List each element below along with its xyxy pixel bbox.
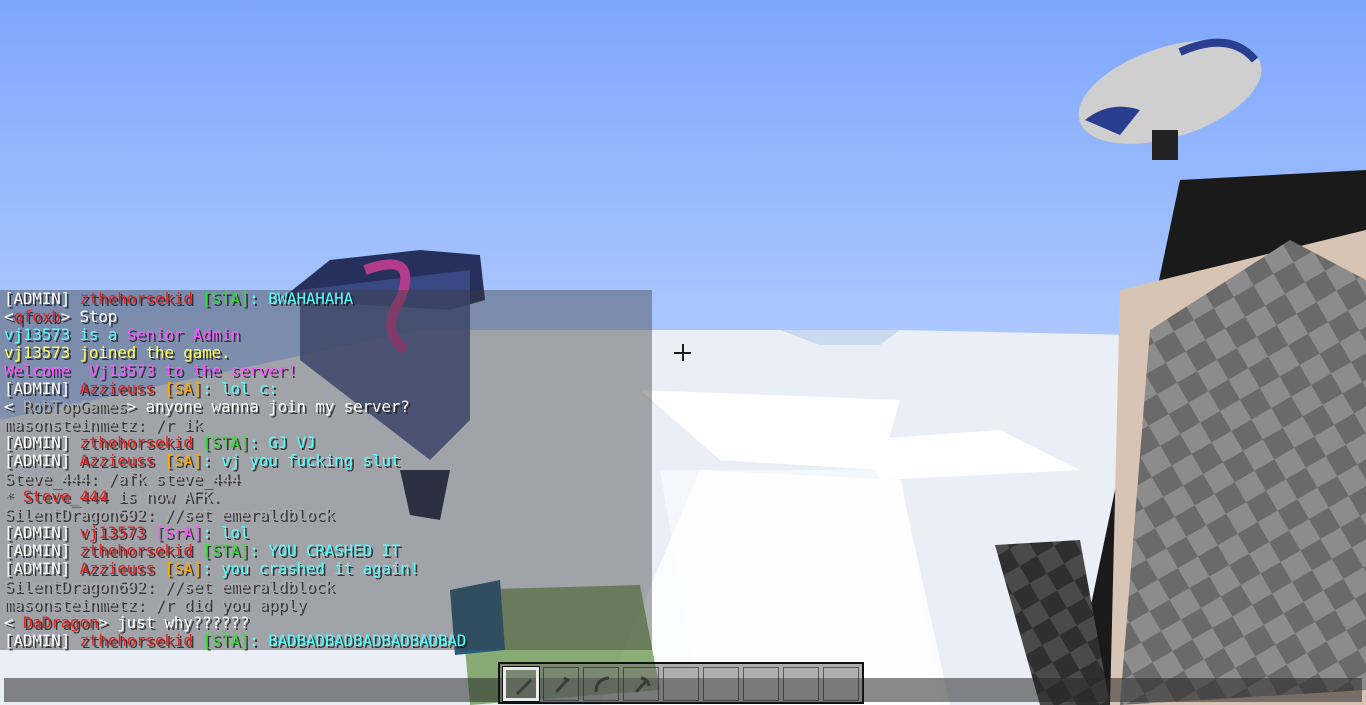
- chat-message-segment: [ADMIN]: [4, 289, 80, 308]
- chat-message-segment: masonsteinmetz: /r did you apply: [4, 595, 306, 614]
- chat-message-segment: : lol c:: [202, 379, 278, 398]
- chat-message: Steve_444: /afk steve_444: [4, 470, 466, 488]
- hotbar-slot[interactable]: [502, 666, 540, 702]
- chat-message-segment: zthehorsekid: [79, 433, 203, 452]
- crosshair-icon: [674, 344, 691, 361]
- chat-message-segment: [ADMIN]: [4, 379, 80, 398]
- chat-message: [ADMIN] Azzieuss [SA]: vj you fucking sl…: [4, 452, 466, 470]
- hotbar-slot[interactable]: [743, 667, 779, 701]
- chat-message-segment: : lol: [202, 523, 250, 542]
- chat-message-segment: [STA]: [202, 631, 250, 650]
- chat-message: vj13573 joined the game.: [4, 344, 466, 362]
- chat-message-segment: Senior Admin: [126, 325, 240, 344]
- chat-message-segment: [SA]: [164, 379, 203, 398]
- chat-message-segment: zthehorsekid: [79, 631, 203, 650]
- chat-message: [ADMIN] vj13573 [SrA]: lol: [4, 524, 466, 542]
- chat-message: [ADMIN] zthehorsekid [STA]: BADBADBADBAD…: [4, 632, 466, 650]
- chat-message-segment: vj13573 joined the game.: [4, 343, 231, 362]
- chat-message: SilentDragon692: //set emeraldblock: [4, 506, 466, 524]
- chat-message: [ADMIN] Azzieuss [SA]: you crashed it ag…: [4, 560, 466, 578]
- chat-message-segment: zthehorsekid: [79, 289, 203, 308]
- chat-message: < DaDragon> just why??????: [4, 614, 466, 632]
- chat-message-segment: DaDragon: [22, 613, 99, 632]
- chat-message-list: [ADMIN] zthehorsekid [STA]: BWAHAHAHA <qf…: [4, 290, 466, 650]
- chat-message-segment: [ADMIN]: [4, 559, 80, 578]
- chat-message-segment: is now AFK.: [107, 487, 221, 506]
- chat-message: vj13573 is a Senior Admin: [4, 326, 466, 344]
- chat-message-segment: Steve_444: [22, 487, 108, 506]
- bow-icon: [594, 676, 610, 693]
- chat-message-segment: [ADMIN]: [4, 433, 80, 452]
- chat-message-segment: [STA]: [202, 541, 250, 560]
- chat-message-segment: Azzieuss: [79, 379, 165, 398]
- hotbar-slot[interactable]: [543, 667, 579, 701]
- hotbar[interactable]: [498, 662, 864, 704]
- chat-message-segment: : YOU CRASHED IT: [249, 541, 401, 560]
- hotbar-slot[interactable]: [783, 667, 819, 701]
- chat-message: [ADMIN] zthehorsekid [STA]: YOU CRASHED …: [4, 542, 466, 560]
- chat-message-segment: [ADMIN]: [4, 523, 80, 542]
- chat-message: * Steve_444 is now AFK.: [4, 488, 466, 506]
- hotbar-slot[interactable]: [663, 667, 699, 701]
- chat-message-segment: *: [4, 487, 23, 506]
- chat-message: <qfoxb> Stop: [4, 308, 466, 326]
- chat-message: masonsteinmetz: /r did you apply: [4, 596, 466, 614]
- chat-message: [ADMIN] zthehorsekid [STA]: GJ VJ: [4, 434, 466, 452]
- chat-message-segment: : you crashed it again!: [202, 559, 420, 578]
- chat-message-segment: Welcome Vj13573 to the server!: [4, 361, 297, 380]
- chat-panel: [ADMIN] zthehorsekid [STA]: BWAHAHAHA <qf…: [0, 290, 652, 650]
- chat-message: Welcome Vj13573 to the server!: [4, 362, 466, 380]
- chat-message-segment: [ADMIN]: [4, 631, 80, 650]
- chat-message-segment: SilentDragon692: //set emeraldblock: [4, 577, 335, 596]
- chat-message-segment: <: [4, 397, 23, 416]
- chat-message: masonsteinmetz: /r ik: [4, 416, 466, 434]
- hotbar-slot[interactable]: [583, 667, 619, 701]
- chat-message: SilentDragon692: //set emeraldblock: [4, 578, 466, 596]
- chat-message-segment: vj13573 is a: [4, 325, 127, 344]
- hotbar-slot[interactable]: [703, 667, 739, 701]
- pickaxe-icon: [634, 676, 651, 694]
- chat-message-segment: [STA]: [202, 433, 250, 452]
- sword-icon: [515, 678, 533, 696]
- chat-message-segment: RobTopGames: [22, 397, 127, 416]
- chat-message-segment: [SrA]: [154, 523, 203, 542]
- chat-message-segment: > anyone wanna join my server?: [126, 397, 410, 416]
- hotbar-slot[interactable]: [623, 667, 659, 701]
- chat-message-segment: : BWAHAHAHA: [249, 289, 354, 308]
- chat-message-segment: qfoxb: [13, 307, 61, 326]
- hoe-icon: [554, 676, 570, 694]
- chat-message-segment: [SA]: [164, 559, 203, 578]
- hotbar-slot[interactable]: [823, 667, 859, 701]
- chat-message-segment: Azzieuss: [79, 559, 165, 578]
- chat-message-segment: masonsteinmetz: /r ik: [4, 415, 203, 434]
- chat-message: [ADMIN] zthehorsekid [STA]: BWAHAHAHA: [4, 290, 466, 308]
- chat-message-segment: > Stop: [60, 307, 118, 326]
- chat-message-segment: : GJ VJ: [249, 433, 316, 452]
- chat-message-segment: [STA]: [202, 289, 250, 308]
- chat-message-segment: SilentDragon692: //set emeraldblock: [4, 505, 335, 524]
- chat-message-segment: [SA]: [164, 451, 203, 470]
- chat-message-segment: [ADMIN]: [4, 451, 80, 470]
- chat-message-segment: [ADMIN]: [4, 541, 80, 560]
- chat-message-segment: zthehorsekid: [79, 541, 203, 560]
- chat-message: < RobTopGames> anyone wanna join my serv…: [4, 398, 466, 416]
- chat-message-segment: : BADBADBADBADBADBADBAD: [249, 631, 467, 650]
- chat-message: [ADMIN] Azzieuss [SA]: lol c:: [4, 380, 466, 398]
- chat-message-segment: <: [4, 613, 23, 632]
- chat-message-segment: : vj you fucking slut: [202, 451, 401, 470]
- chat-message-segment: Azzieuss: [79, 451, 165, 470]
- chat-message-segment: Steve_444: /afk steve_444: [4, 469, 240, 488]
- chat-message-segment: > just why??????: [98, 613, 250, 632]
- chat-message-segment: vj13573: [79, 523, 155, 542]
